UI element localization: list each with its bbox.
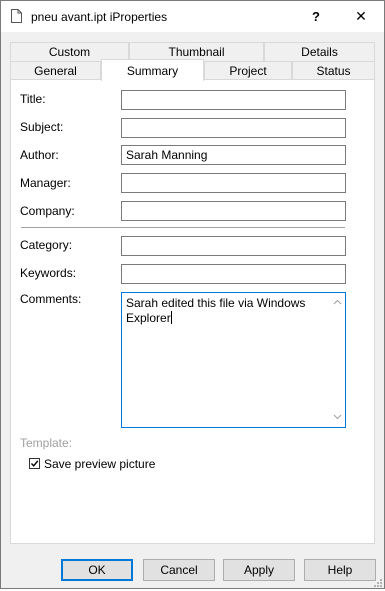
tab-row-front: General Summary Project Status bbox=[10, 59, 376, 81]
tab-details[interactable]: Details bbox=[264, 42, 375, 61]
title-label: Title: bbox=[20, 92, 46, 106]
close-button[interactable]: ✕ bbox=[339, 1, 383, 32]
save-preview-checkbox[interactable] bbox=[29, 458, 40, 469]
keywords-field[interactable] bbox=[121, 264, 346, 284]
manager-label: Manager: bbox=[20, 176, 71, 190]
title-field[interactable] bbox=[121, 90, 346, 110]
separator bbox=[21, 227, 345, 228]
iproperties-dialog: pneu avant.ipt iProperties ? ✕ Custom Th… bbox=[0, 0, 385, 589]
text-caret bbox=[170, 311, 172, 324]
title-bar[interactable]: pneu avant.ipt iProperties ? ✕ bbox=[1, 1, 384, 32]
summary-panel: Title: Subject: Author: Manager: Company… bbox=[10, 79, 375, 544]
resize-grip-icon[interactable] bbox=[373, 577, 383, 587]
document-icon bbox=[11, 9, 22, 23]
category-field[interactable] bbox=[121, 236, 346, 256]
comments-text: Sarah edited this file via Windows Explo… bbox=[126, 296, 306, 325]
subject-field[interactable] bbox=[121, 118, 346, 138]
scroll-up-arrow-icon[interactable] bbox=[333, 295, 342, 310]
tab-general[interactable]: General bbox=[10, 61, 101, 80]
ok-button[interactable]: OK bbox=[61, 559, 133, 581]
comments-field[interactable]: Sarah edited this file via Windows Explo… bbox=[121, 292, 346, 428]
keywords-label: Keywords: bbox=[20, 266, 77, 280]
tab-project[interactable]: Project bbox=[204, 61, 292, 80]
scroll-down-arrow-icon[interactable] bbox=[333, 410, 342, 425]
apply-button[interactable]: Apply bbox=[223, 559, 295, 581]
category-label: Category: bbox=[20, 238, 73, 252]
tab-status[interactable]: Status bbox=[292, 61, 375, 80]
help-title-button[interactable]: ? bbox=[294, 1, 338, 32]
company-field[interactable] bbox=[121, 201, 346, 221]
author-label: Author: bbox=[20, 148, 59, 162]
close-icon: ✕ bbox=[355, 8, 367, 24]
save-preview-label[interactable]: Save preview picture bbox=[44, 457, 155, 471]
help-button[interactable]: Help bbox=[304, 559, 376, 581]
comments-label: Comments: bbox=[20, 292, 82, 306]
tab-summary[interactable]: Summary bbox=[101, 59, 204, 81]
cancel-button[interactable]: Cancel bbox=[143, 559, 215, 581]
template-label: Template: bbox=[20, 436, 73, 450]
manager-field[interactable] bbox=[121, 173, 346, 193]
subject-label: Subject: bbox=[20, 120, 64, 134]
checkmark-icon bbox=[30, 460, 39, 467]
window-title: pneu avant.ipt iProperties bbox=[31, 10, 168, 24]
author-field[interactable] bbox=[121, 145, 346, 165]
company-label: Company: bbox=[20, 204, 75, 218]
